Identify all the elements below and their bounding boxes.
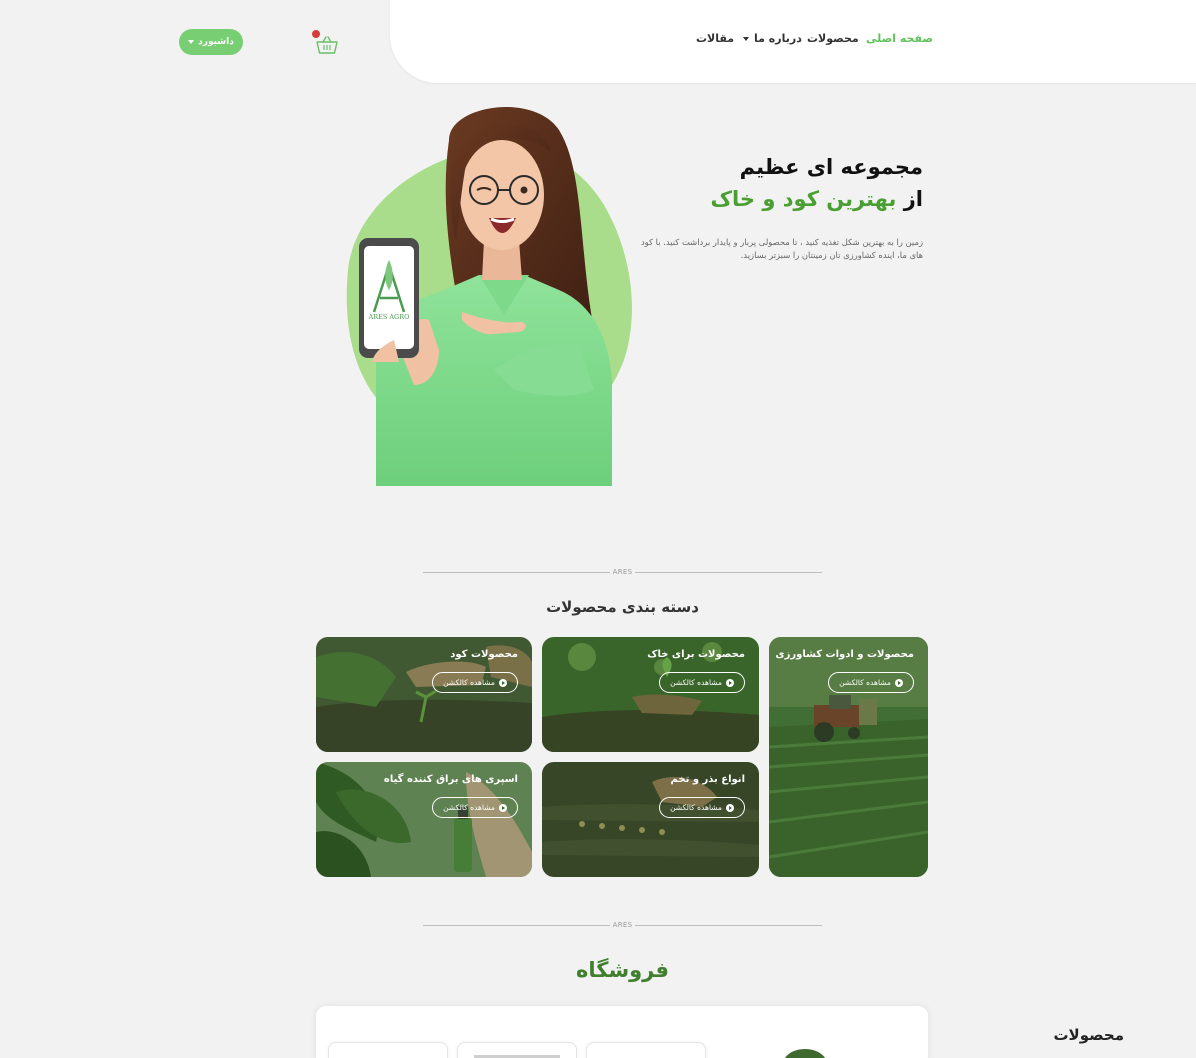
category-title: انواع بذر و تخم <box>670 774 745 785</box>
view-collection-button[interactable]: مشاهده کالکشن <box>659 797 745 818</box>
play-circle-icon <box>894 678 903 687</box>
nav-about-label: درباره ما <box>754 32 802 45</box>
category-card-fertilizer[interactable]: محصولات کود مشاهده کالکشن <box>316 637 532 752</box>
category-card-seeds[interactable]: انواع بذر و تخم مشاهده کالکشن <box>542 762 759 877</box>
view-collection-label: مشاهده کالکشن <box>839 678 891 687</box>
play-circle-icon <box>498 803 507 812</box>
shop-title: فروشگاه <box>575 958 669 982</box>
chevron-down-icon <box>743 37 749 41</box>
view-collection-button[interactable]: مشاهده کالکشن <box>659 672 745 693</box>
nav-home[interactable]: صفحه اصلی <box>866 32 933 45</box>
category-title: محصولات کود <box>450 649 518 660</box>
hero-woman-image: ARES AGRO <box>359 106 612 486</box>
chevron-down-icon <box>188 40 195 44</box>
hero-title-prefix: از <box>903 187 923 211</box>
dashboard-button[interactable]: داشبورد <box>179 29 243 55</box>
category-title: محصولات و ادوات کشاورزی <box>775 649 914 660</box>
hero-description: زمین را به بهترین شکل تغذیه کنید ، تا مح… <box>640 237 923 260</box>
hero-title-line1: مجموعه ای عظیم <box>739 155 923 179</box>
nav-about[interactable]: درباره ما <box>743 32 802 45</box>
divider-label: ARES <box>612 921 633 929</box>
product-card[interactable] <box>457 1042 577 1058</box>
products-panel-title: محصولات <box>1053 1026 1124 1044</box>
view-collection-label: مشاهده کالکشن <box>443 678 495 687</box>
nav-products[interactable]: محصولات <box>807 32 859 45</box>
section-divider: ARES <box>423 567 822 577</box>
category-card-plant-spray[interactable]: اسپری های براق کننده گیاه مشاهده کالکشن <box>316 762 532 877</box>
phone-brand-text: ARES AGRO <box>368 313 410 321</box>
nav-articles[interactable]: مقالات <box>696 32 734 45</box>
product-card[interactable] <box>586 1042 706 1058</box>
divider-label: ARES <box>612 568 633 576</box>
section-divider: ARES <box>423 920 822 930</box>
product-category-image <box>784 1049 826 1058</box>
categories-title: دسته بندی محصولات <box>546 598 699 616</box>
view-collection-button[interactable]: مشاهده کالکشن <box>432 797 518 818</box>
category-title: اسپری های براق کننده گیاه <box>383 774 518 785</box>
view-collection-button[interactable]: مشاهده کالکشن <box>828 672 914 693</box>
category-title: محصولات برای خاک <box>647 649 745 660</box>
shopping-basket-icon[interactable] <box>316 36 338 54</box>
play-circle-icon <box>725 803 734 812</box>
category-card-agri-tools[interactable]: محصولات و ادوات کشاورزی مشاهده کالکشن <box>769 637 928 877</box>
view-collection-button[interactable]: مشاهده کالکشن <box>432 672 518 693</box>
play-circle-icon <box>498 678 507 687</box>
hero-title-line2: از بهترین کود و خاک <box>711 187 923 211</box>
dashboard-label: داشبورد <box>198 37 234 47</box>
category-card-soil[interactable]: محصولات برای خاک مشاهده کالکشن <box>542 637 759 752</box>
play-circle-icon <box>725 678 734 687</box>
view-collection-label: مشاهده کالکشن <box>670 678 722 687</box>
hero-title-highlight: بهترین کود و خاک <box>710 187 897 211</box>
view-collection-label: مشاهده کالکشن <box>443 803 495 812</box>
product-card[interactable] <box>328 1042 448 1058</box>
view-collection-label: مشاهده کالکشن <box>670 803 722 812</box>
